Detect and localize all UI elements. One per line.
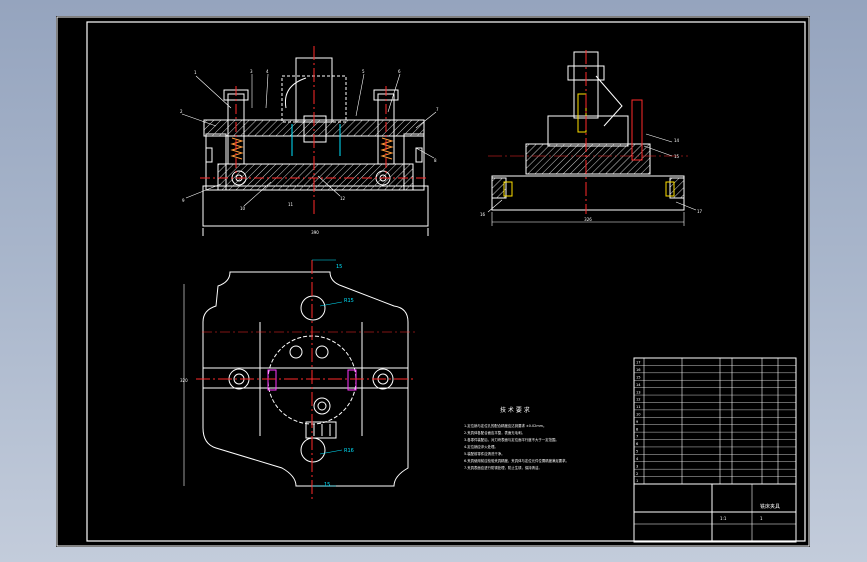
tech-req-item: 7.夹具表面应进行防锈处理，防止生锈，保持清洁。 (464, 465, 542, 470)
callout: 7 (436, 107, 439, 112)
cad-viewport[interactable]: 390 1 2 3 4 5 6 7 8 9 10 11 12 326 14 15… (0, 0, 867, 562)
parts-list-rows (634, 365, 796, 485)
parts-list-numbers: 17 16 15 14 13 12 11 10 9 8 7 6 5 4 3 2 1 (636, 361, 641, 484)
center-dim-top: 15 (336, 264, 342, 270)
callout: 15 (674, 154, 680, 159)
drawing-title: 铣床夹具 (760, 503, 780, 510)
callout: 6 (398, 69, 401, 74)
parts-row-number: 8 (636, 427, 639, 431)
inner-frame (86, 21, 806, 542)
tech-req-item: 1.定位销与定位孔的配合精度应达到要求 ±0.02mm。 (464, 423, 546, 428)
callout: 17 (697, 209, 703, 214)
parts-row-number: 6 (636, 442, 639, 446)
parts-row-number: 12 (636, 398, 641, 402)
title-block (633, 357, 797, 543)
radius-dim-top: R15 (344, 298, 354, 304)
top-view (183, 259, 418, 500)
front-view (181, 46, 437, 236)
callout: 5 (362, 69, 365, 74)
side-width-dim: 326 (584, 217, 592, 222)
parts-row-number: 14 (636, 383, 641, 387)
drawing-sheet: 390 1 2 3 4 5 6 7 8 9 10 11 12 326 14 15… (56, 16, 810, 547)
parts-row-number: 2 (636, 472, 638, 476)
parts-row-number: 9 (636, 420, 639, 424)
tech-req-item: 5.装配前零件应清洗干净。 (464, 451, 505, 456)
callout: 12 (340, 196, 346, 201)
tech-req-item: 3.各零件装配后，对刀块表面与定位面平行度不大于一定范围。 (464, 437, 559, 442)
radius-dim-bottom: R16 (344, 448, 354, 454)
parts-row-number: 17 (636, 361, 641, 365)
side-view (487, 50, 697, 226)
tech-req-item: 6.夹具使用前应检验夹具精度，夹具体与定位元件位置精度满足要求。 (464, 458, 569, 463)
callout: 11 (288, 202, 294, 207)
parts-row-number: 7 (636, 435, 638, 439)
callout: 3 (250, 69, 253, 74)
tech-req-item: 4.定位销应淬火处理。 (464, 444, 498, 449)
parts-row-number: 5 (636, 450, 638, 454)
top-height-dim: 320 (180, 378, 188, 383)
drawing-canvas: 390 1 2 3 4 5 6 7 8 9 10 11 12 326 14 15… (56, 16, 810, 547)
parts-row-number: 11 (636, 405, 641, 409)
callout: 1 (194, 70, 197, 75)
technical-requirements: 技 术 要 求 1.定位销与定位孔的配合精度应达到要求 ±0.02mm。 2.夹… (464, 406, 569, 470)
callout: 4 (266, 69, 269, 74)
parts-row-number: 13 (636, 390, 641, 394)
callout: 9 (182, 198, 185, 203)
scale-value: 1:1 (720, 516, 727, 521)
tech-req-item: 2.夹具体各配合面应平整，表面无毛刺。 (464, 430, 525, 435)
parts-row-number: 1 (636, 479, 638, 483)
parts-row-number: 3 (636, 464, 638, 468)
callout: 14 (674, 138, 680, 143)
outer-frame (56, 16, 810, 547)
parts-row-number: 16 (636, 368, 641, 372)
callout: 10 (240, 206, 246, 211)
callout: 2 (180, 109, 183, 114)
top-dims: 15 R15 R16 15 (324, 264, 354, 488)
sheet-value: 1 (760, 516, 763, 521)
parts-row-number: 4 (636, 457, 639, 461)
callout: 8 (434, 158, 437, 163)
parts-row-number: 10 (636, 412, 641, 416)
front-width-dim: 390 (311, 230, 319, 235)
tech-req-title: 技 术 要 求 (500, 406, 530, 414)
center-dim-bottom: 15 (324, 482, 330, 488)
callout: 16 (480, 212, 486, 217)
parts-row-number: 15 (636, 375, 641, 379)
